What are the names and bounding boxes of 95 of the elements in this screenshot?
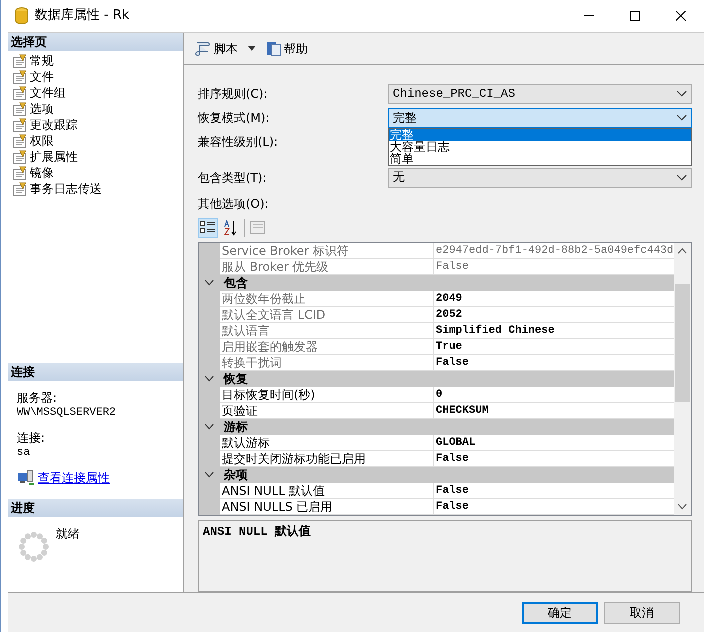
sidebar-item[interactable]: 更改跟踪 (8, 117, 183, 133)
server-label: 服务器: (17, 390, 58, 407)
page-icon (13, 54, 27, 68)
page-icon (13, 102, 27, 116)
property-name: 默认游标 (220, 435, 434, 452)
chevron-down-icon[interactable] (205, 424, 214, 430)
property-name: ANSI NULL 默认值 (220, 483, 434, 500)
help-button[interactable]: 帮助 (264, 40, 310, 58)
chevron-down-icon[interactable] (205, 280, 214, 286)
database-icon (15, 7, 29, 25)
property-name: Service Broker 标识符 (220, 243, 434, 260)
property-name: 默认语言 (220, 323, 434, 340)
property-value: 0 (434, 387, 674, 404)
server-name: WW\MSSQLSERVER2 (17, 407, 118, 419)
sidebar-item[interactable]: 文件组 (8, 85, 183, 101)
cancel-button[interactable]: 取消 (604, 602, 680, 624)
login-label: 连接: (17, 430, 46, 447)
chevron-down-icon (677, 115, 687, 122)
connection-properties-link[interactable]: 查看连接属性 (38, 469, 110, 487)
property-value: 2049 (434, 291, 674, 308)
category-name: 恢复 (222, 371, 248, 388)
category-name: 杂项 (223, 467, 248, 484)
field-label: 包含类型(T): (198, 170, 268, 188)
property-value: False (434, 483, 674, 500)
section-header: 选择页 (8, 33, 183, 51)
property-description: ANSI NULL 默认值 (198, 520, 692, 592)
section-header: 进度 (8, 499, 183, 517)
category-row[interactable]: 包含 (199, 275, 674, 292)
category-name: 包含 (222, 275, 248, 292)
field-label: 兼容性级别(L): (198, 134, 280, 152)
property-name: 两位数年份截止 (220, 291, 434, 308)
section-header: 连接 (8, 363, 183, 381)
property-value: Simplified Chinese (434, 323, 674, 340)
scrollbar[interactable] (674, 243, 691, 516)
scroll-icon (194, 40, 212, 57)
property-value: GLOBAL (434, 435, 674, 452)
category-row[interactable]: 杂项 (199, 467, 674, 484)
page-icon (13, 134, 27, 148)
property-value: False (434, 499, 674, 516)
dropdown-option[interactable]: 完整 (389, 129, 691, 142)
category-name: 游标 (223, 419, 248, 436)
property-pages-icon (250, 221, 266, 236)
property-name: 默认全文语言 LCID (220, 307, 434, 324)
script-button[interactable]: 脚本 (192, 40, 240, 58)
dropdown-option[interactable]: 大容量日志 (389, 141, 691, 154)
scroll-down-icon (678, 504, 687, 510)
categorized-button[interactable] (198, 218, 218, 238)
sidebar-item[interactable]: 选项 (8, 101, 183, 117)
dropdown-option[interactable]: 简单 (389, 153, 691, 166)
category-row[interactable]: 游标 (199, 419, 674, 436)
login-name: sa (17, 447, 32, 459)
sidebar-item[interactable]: 常规 (8, 53, 183, 69)
property-value: 2052 (434, 307, 674, 324)
page-icon (13, 118, 27, 132)
page-icon (13, 70, 27, 84)
chevron-down-icon (677, 91, 687, 98)
maximize-icon (630, 11, 640, 21)
sidebar-item[interactable]: 镜像 (8, 165, 183, 181)
window-title: 数据库属性 - Rk (35, 7, 130, 26)
dropdown-field[interactable]: 完整 (388, 108, 692, 128)
field-label: 恢复模式(M): (198, 110, 271, 128)
page-icon (13, 86, 27, 100)
sidebar-item[interactable]: 文件 (8, 69, 183, 85)
property-name: 启用嵌套的触发器 (220, 339, 434, 356)
spinner-icon (18, 531, 50, 563)
status-text: 就绪 (56, 526, 80, 543)
chevron-down-icon (677, 175, 687, 182)
property-name: ANSI NULLS 已启用 (220, 499, 434, 516)
sidebar-item[interactable]: 扩展属性 (8, 149, 183, 165)
sidebar-item[interactable]: 权限 (8, 133, 183, 149)
category-row[interactable]: 恢复 (199, 371, 674, 388)
page-icon (13, 166, 27, 180)
connection-icon (17, 470, 35, 486)
caret-icon (248, 46, 256, 52)
field-label: 排序规则(C): (198, 86, 269, 104)
field-label: 其他选项(O): (198, 196, 269, 214)
property-value: True (434, 339, 674, 356)
sidebar-item[interactable]: 事务日志传送 (8, 181, 183, 197)
property-name: 目标恢复时间(秒) (220, 387, 434, 404)
help-icon (266, 40, 282, 57)
property-value: e2947edd-7bf1-492d-88b2-5a049efc443d (434, 243, 674, 260)
sort-icon (223, 220, 239, 236)
ok-button[interactable]: 确定 (522, 602, 598, 624)
page-icon (13, 182, 27, 196)
dropdown-field[interactable]: Chinese_PRC_CI_AS (388, 84, 692, 104)
categorized-icon (200, 221, 216, 236)
dropdown-field[interactable]: 无 (388, 168, 692, 188)
grid-gutter (199, 243, 220, 260)
script-dropdown-button[interactable] (246, 46, 258, 52)
chevron-down-icon[interactable] (205, 376, 214, 382)
close-icon (676, 11, 686, 21)
scroll-up-icon (678, 248, 687, 254)
page-icon (13, 150, 27, 164)
chevron-down-icon[interactable] (205, 472, 214, 478)
grid-gutter (199, 499, 220, 516)
